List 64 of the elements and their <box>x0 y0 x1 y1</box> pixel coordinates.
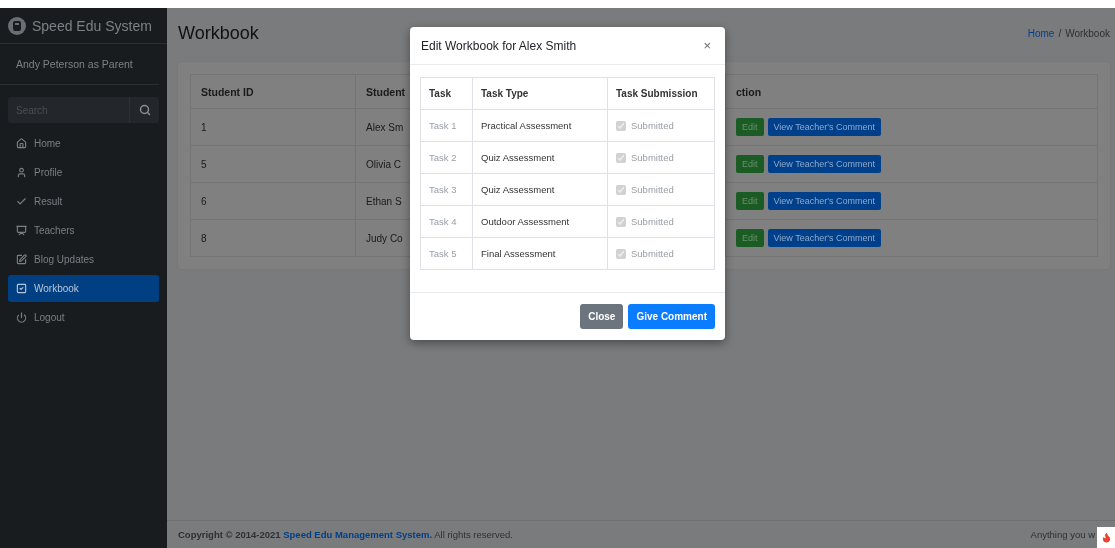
submission-label: Submitted <box>631 120 674 131</box>
search-icon <box>138 104 151 116</box>
footer-note: Anything you w <box>1030 529 1095 540</box>
comment-button[interactable]: View Teacher's Comment <box>767 229 881 247</box>
column-header: Task Type <box>473 78 608 109</box>
table-cell: 6 <box>191 183 356 219</box>
submission-label: Submitted <box>631 216 674 227</box>
edit-button[interactable]: Edit <box>736 155 764 173</box>
table-cell: Task 1 <box>421 110 473 141</box>
comment-button[interactable]: View Teacher's Comment <box>767 155 881 173</box>
table-cell: Outdoor Assessment <box>473 206 608 237</box>
submission-label: Submitted <box>631 248 674 259</box>
breadcrumb-current: Workbook <box>1065 27 1110 39</box>
house-icon <box>16 138 27 149</box>
search-button[interactable] <box>129 97 159 123</box>
comment-button[interactable]: View Teacher's Comment <box>767 118 881 136</box>
table-cell: Practical Assessment <box>473 110 608 141</box>
nav-item[interactable]: Teachers <box>8 217 159 244</box>
edit-button[interactable]: Edit <box>736 118 764 136</box>
logo-icon <box>8 16 26 35</box>
edit-button[interactable]: Edit <box>736 229 764 247</box>
close-button[interactable]: Close <box>580 304 624 329</box>
edit-icon <box>16 254 27 265</box>
close-button[interactable]: × <box>701 38 713 53</box>
submission-label: Submitted <box>631 184 674 195</box>
brand-name: Speed Edu System <box>32 17 152 34</box>
table-cell: Final Assessment <box>473 238 608 269</box>
table-cell: 5 <box>191 146 356 182</box>
nav-item[interactable]: Logout <box>8 304 159 331</box>
column-header: Student ID <box>191 75 356 108</box>
flame-badge[interactable] <box>1097 527 1115 548</box>
column-header: Task Submission <box>615 87 699 101</box>
nav-item[interactable]: Profile <box>8 159 159 186</box>
column-header: Task <box>421 78 473 109</box>
nav-item[interactable]: Blog Updates <box>8 246 159 273</box>
table-cell: Quiz Assessment <box>473 142 608 173</box>
nav-item[interactable]: Home <box>8 130 159 157</box>
user-name[interactable]: Andy Peterson as Parent <box>0 44 159 85</box>
checkbox-icon <box>16 283 27 294</box>
modal-title: Edit Workbook for Alex Smith <box>421 38 577 53</box>
copyright-text: Copyright © 2014-2021 Speed Edu Management System. All rights reserved. <box>178 529 513 540</box>
column-header: ction <box>735 84 763 100</box>
table-cell: Quiz Assessment <box>473 174 608 205</box>
breadcrumb-separator: / <box>1058 27 1062 39</box>
flame-icon <box>1100 532 1112 543</box>
footer-link[interactable]: Speed Edu Management System. <box>283 529 433 540</box>
table-cell: Task 3 <box>421 174 473 205</box>
table-cell: 1 <box>191 109 356 145</box>
check-icon <box>16 196 27 207</box>
nav-item[interactable]: Result <box>8 188 159 215</box>
user-icon <box>16 167 27 178</box>
edit-button[interactable]: Edit <box>736 192 764 210</box>
breadcrumb-link[interactable]: Home <box>1027 27 1055 39</box>
presentation-icon <box>16 225 27 236</box>
table-cell: Task 4 <box>421 206 473 237</box>
table-cell: Task 2 <box>421 142 473 173</box>
nav-item[interactable]: Workbook <box>8 275 159 302</box>
submission-label: Submitted <box>631 152 674 163</box>
give-comment-button[interactable]: Give Comment <box>628 304 715 329</box>
page-title: Workbook <box>178 22 259 44</box>
table-cell: Task 5 <box>421 238 473 269</box>
comment-button[interactable]: View Teacher's Comment <box>767 192 881 210</box>
power-icon <box>16 312 27 323</box>
table-cell: 8 <box>191 220 356 256</box>
